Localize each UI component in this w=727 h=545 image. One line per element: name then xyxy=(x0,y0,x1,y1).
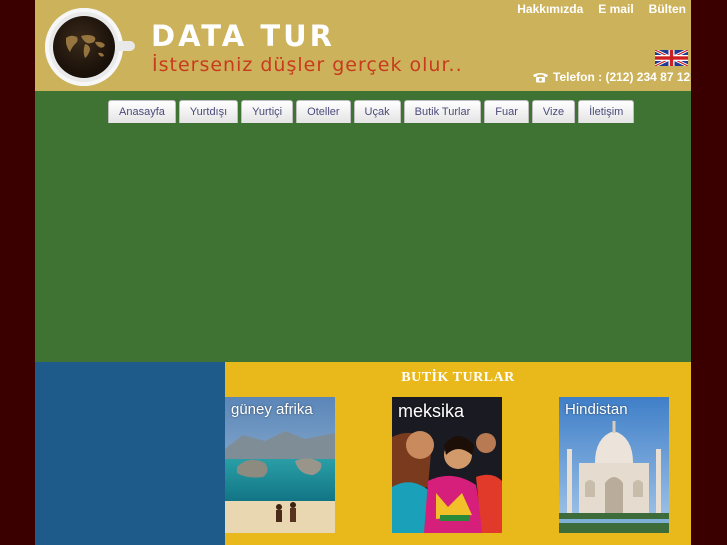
tab-domestic[interactable]: Yurtiçi xyxy=(241,100,294,123)
tab-abroad[interactable]: Yurtdışı xyxy=(178,100,239,123)
tour-label: meksika xyxy=(398,401,465,421)
tab-boutique-tours[interactable]: Butik Turlar xyxy=(403,100,482,123)
left-panel xyxy=(35,362,225,545)
boutique-tours-heading: BUTİK TURLAR xyxy=(401,370,515,385)
tab-flights[interactable]: Uçak xyxy=(353,100,401,123)
tab-home[interactable]: Anasayfa xyxy=(108,100,176,123)
page: DATA TUR İsterseniz düşler gerçek olur..… xyxy=(35,0,691,545)
top-links: Hakkımızda E mail Bülten xyxy=(517,2,686,16)
link-email[interactable]: E mail xyxy=(598,2,633,16)
phone-number: Telefon : (212) 234 87 12 xyxy=(553,70,691,84)
header: DATA TUR İsterseniz düşler gerçek olur..… xyxy=(35,0,691,91)
cup-handle xyxy=(119,41,135,51)
slogan: İsterseniz düşler gerçek olur.. xyxy=(152,54,463,76)
boutique-tours-section: BUTİK TURLAR güney afrika meksika Hindis… xyxy=(225,362,691,545)
brand-title: DATA TUR xyxy=(151,19,335,53)
tab-hotels[interactable]: Oteller xyxy=(296,100,351,123)
tour-south-africa[interactable]: güney afrika xyxy=(225,397,335,533)
main-navigation: Anasayfa Yurtdışı Yurtiçi Oteller Uçak B… xyxy=(108,100,635,123)
tour-label: güney afrika xyxy=(231,401,313,418)
phone-info: Telefon : (212) 234 87 12 xyxy=(532,70,690,84)
uk-flag-icon[interactable] xyxy=(655,50,688,66)
tab-contact[interactable]: İletişim xyxy=(578,100,635,123)
tour-india[interactable]: Hindistan xyxy=(559,397,669,533)
tour-label: Hindistan xyxy=(565,401,628,418)
telephone-icon xyxy=(533,72,548,82)
link-newsletter[interactable]: Bülten xyxy=(649,2,686,16)
link-about[interactable]: Hakkımızda xyxy=(517,2,583,16)
tour-mexico[interactable]: meksika xyxy=(392,397,502,533)
tab-fairs[interactable]: Fuar xyxy=(484,100,529,123)
world-map-icon xyxy=(66,35,105,58)
coffee-cup-logo[interactable] xyxy=(45,8,123,86)
tab-visa[interactable]: Vize xyxy=(531,100,576,123)
